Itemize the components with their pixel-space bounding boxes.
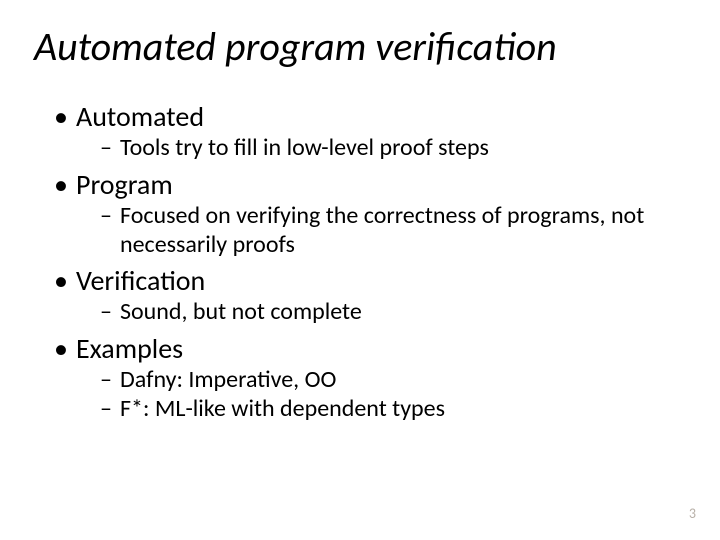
sub-item: –Tools try to fill in low-level proof st… [100,134,686,163]
page-number: 3 [689,505,696,522]
list-item: •Verification –Sound, but not complete [54,263,686,327]
bullet-list: •Automated –Tools try to fill in low-lev… [34,99,686,424]
sub-item: –Focused on verifying the correctness of… [100,202,686,260]
item-label: Examples [76,331,183,366]
item-label: Verification [76,263,205,298]
list-item: •Automated –Tools try to fill in low-lev… [54,99,686,163]
slide-title: Automated program verification [34,22,686,71]
sub-item: –Dafny: Imperative, OO [100,366,686,395]
sub-item: –F*: ML-like with dependent types [100,395,686,424]
item-label: Program [76,167,173,202]
list-item: •Examples –Dafny: Imperative, OO –F*: ML… [54,331,686,424]
item-label: Automated [76,99,204,134]
sub-item: –Sound, but not complete [100,298,686,327]
list-item: •Program –Focused on verifying the corre… [54,167,686,260]
